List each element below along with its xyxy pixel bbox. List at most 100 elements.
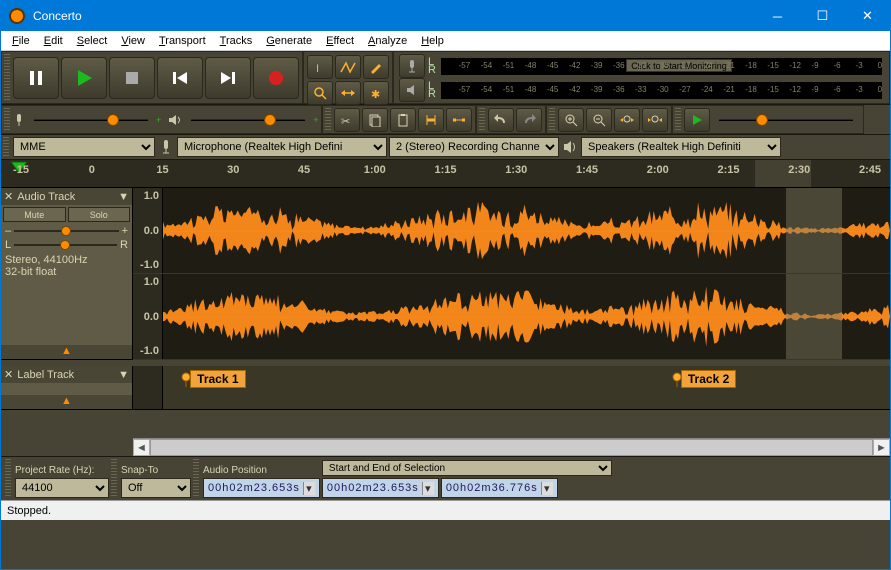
lr-label: LR <box>428 58 436 74</box>
playback-meter[interactable]: -57-54-51-48-45-42-39-36-33-30-27-24-21-… <box>441 82 882 99</box>
grip[interactable] <box>675 108 681 131</box>
menu-tracks[interactable]: Tracks <box>213 33 260 49</box>
project-rate-select[interactable]: 44100 <box>15 478 109 498</box>
maximize-button[interactable]: ☐ <box>800 1 845 31</box>
draw-tool[interactable] <box>363 55 389 79</box>
grip[interactable] <box>4 108 10 131</box>
stop-button[interactable] <box>109 57 155 99</box>
track-menu-dropdown[interactable]: ▼ <box>118 191 129 203</box>
grip[interactable] <box>549 108 555 131</box>
track-label[interactable]: Track 2 <box>672 370 736 388</box>
menu-select[interactable]: Select <box>70 33 115 49</box>
titlebar: Concerto ─ ☐ ✕ <box>1 1 890 31</box>
track-menu-dropdown[interactable]: ▼ <box>118 369 129 381</box>
track-close-button[interactable]: ✕ <box>4 190 13 203</box>
scroll-right-button[interactable]: ► <box>873 439 890 456</box>
skip-end-button[interactable] <box>205 57 251 99</box>
multi-tool[interactable]: ✱ <box>363 81 389 105</box>
track-area: ✕ Audio Track ▼ Mute Solo –+ LR Stereo, … <box>1 188 890 438</box>
play-button[interactable] <box>61 57 107 99</box>
mute-button[interactable]: Mute <box>3 207 66 222</box>
playback-speed-slider[interactable] <box>711 112 861 128</box>
track-label[interactable]: Track 1 <box>181 370 245 388</box>
recording-channels-select[interactable]: 2 (Stereo) Recording Channels <box>389 137 559 157</box>
menu-file[interactable]: File <box>5 33 37 49</box>
speaker-icon <box>167 113 183 127</box>
redo-button[interactable] <box>516 108 542 132</box>
grip[interactable] <box>479 108 485 131</box>
trim-button[interactable] <box>418 108 444 132</box>
timeshift-tool[interactable] <box>335 81 361 105</box>
play-meter-speaker-icon[interactable] <box>399 78 425 102</box>
gain-slider[interactable] <box>14 225 118 237</box>
pan-slider[interactable] <box>14 239 117 251</box>
grip[interactable] <box>111 459 117 497</box>
device-toolbar: MME Microphone (Realtek High Defini 2 (S… <box>1 135 890 160</box>
skip-start-button[interactable] <box>157 57 203 99</box>
recording-volume-slider[interactable] <box>26 112 156 128</box>
record-button[interactable] <box>253 57 299 99</box>
silence-button[interactable] <box>446 108 472 132</box>
zoom-out-button[interactable] <box>586 108 612 132</box>
snap-to-select[interactable]: Off <box>121 478 191 498</box>
horizontal-scrollbar[interactable]: ◄ ► <box>133 438 890 456</box>
status-bar: Stopped. <box>1 500 890 520</box>
audio-position-field[interactable]: 00h02m23.653s▾ <box>203 478 320 498</box>
menu-effect[interactable]: Effect <box>319 33 361 49</box>
playback-device-select[interactable]: Speakers (Realtek High Definiti <box>581 137 781 157</box>
menu-transport[interactable]: Transport <box>152 33 213 49</box>
edit-toolbar: ✂ <box>322 105 476 134</box>
grip[interactable] <box>3 137 9 157</box>
envelope-tool[interactable] <box>335 55 361 79</box>
cut-button[interactable]: ✂ <box>334 108 360 132</box>
grip[interactable] <box>193 459 199 497</box>
app-icon <box>9 8 25 24</box>
grip[interactable] <box>4 54 10 101</box>
paste-button[interactable] <box>390 108 416 132</box>
zoom-in-button[interactable] <box>558 108 584 132</box>
selection-mode-select[interactable]: Start and End of Selection <box>322 460 612 476</box>
scroll-left-button[interactable]: ◄ <box>133 439 150 456</box>
minimize-button[interactable]: ─ <box>755 1 800 31</box>
menu-edit[interactable]: Edit <box>37 33 70 49</box>
solo-button[interactable]: Solo <box>68 207 131 222</box>
menu-generate[interactable]: Generate <box>259 33 319 49</box>
play-at-speed-toolbar <box>672 105 864 134</box>
track-collapse-button[interactable]: ▲ <box>1 395 132 409</box>
copy-button[interactable] <box>362 108 388 132</box>
rec-meter-mic-icon[interactable] <box>399 54 425 78</box>
audio-track: ✕ Audio Track ▼ Mute Solo –+ LR Stereo, … <box>1 188 890 360</box>
svg-text:I: I <box>316 63 319 74</box>
menubar: File Edit Select View Transport Tracks G… <box>1 31 890 51</box>
vertical-scale: 1.00.0-1.0 <box>133 274 163 359</box>
project-rate-label: Project Rate (Hz): <box>15 465 109 478</box>
label-area[interactable]: Track 1 Track 2 <box>133 366 890 409</box>
menu-analyze[interactable]: Analyze <box>361 33 414 49</box>
zoom-tool[interactable] <box>307 81 333 105</box>
selection-tool[interactable]: I <box>307 55 333 79</box>
svg-text:✂: ✂ <box>341 116 350 127</box>
play-at-speed-button[interactable] <box>684 108 710 132</box>
track-close-button[interactable]: ✕ <box>4 368 13 381</box>
selection-end-field[interactable]: 00h02m36.776s▾ <box>441 478 558 498</box>
waveform-display[interactable]: 1.00.0-1.0 1.00.0-1.0 <box>133 188 890 359</box>
recording-meter[interactable]: Click to Start Monitoring -57-54-51-48-4… <box>441 58 882 75</box>
track-collapse-button[interactable]: ▲ <box>1 345 132 359</box>
recording-device-select[interactable]: Microphone (Realtek High Defini <box>177 137 387 157</box>
fit-project-button[interactable] <box>642 108 668 132</box>
selection-start-field[interactable]: 00h02m23.653s▾ <box>322 478 439 498</box>
mic-icon <box>157 138 175 156</box>
timeline-ruler[interactable]: -1501530451:001:151:301:452:002:152:302:… <box>1 160 890 188</box>
menu-view[interactable]: View <box>114 33 152 49</box>
menu-help[interactable]: Help <box>414 33 451 49</box>
grip[interactable] <box>325 108 331 131</box>
speaker-icon <box>561 138 579 156</box>
undo-button[interactable] <box>488 108 514 132</box>
grip[interactable] <box>5 459 11 497</box>
playback-volume-slider[interactable] <box>183 112 313 128</box>
pause-button[interactable] <box>13 57 59 99</box>
close-button[interactable]: ✕ <box>845 1 890 31</box>
fit-selection-button[interactable] <box>614 108 640 132</box>
audio-host-select[interactable]: MME <box>13 137 155 157</box>
track-name: Label Track <box>17 369 74 381</box>
